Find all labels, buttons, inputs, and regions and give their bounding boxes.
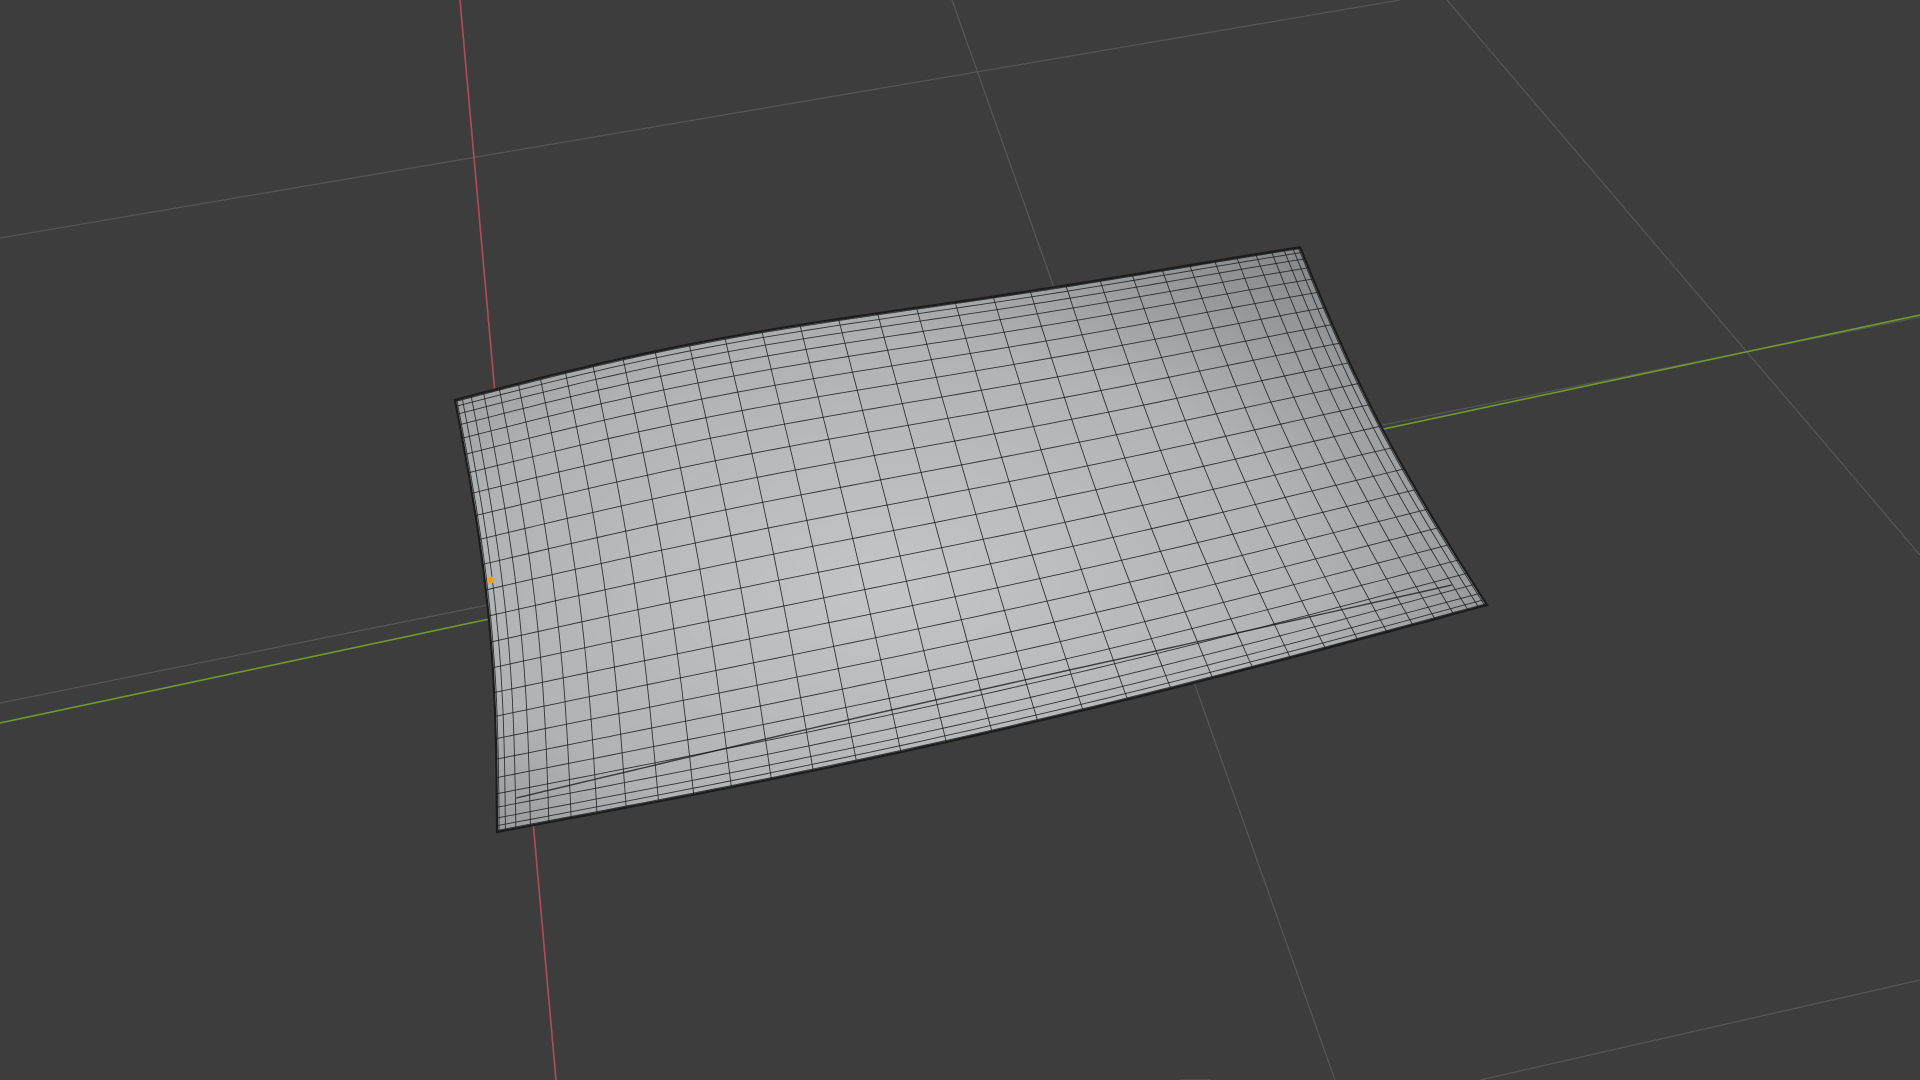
pillow-surface[interactable] — [455, 247, 1487, 832]
grid-line — [0, 0, 1401, 239]
pillow-mesh[interactable] — [453, 245, 1489, 834]
object-origin-dot — [487, 576, 495, 584]
grid-line — [1479, 979, 1920, 1080]
grid-line — [1446, 0, 1920, 556]
3d-viewport[interactable] — [0, 0, 1920, 1080]
viewport-canvas[interactable] — [0, 0, 1920, 1080]
